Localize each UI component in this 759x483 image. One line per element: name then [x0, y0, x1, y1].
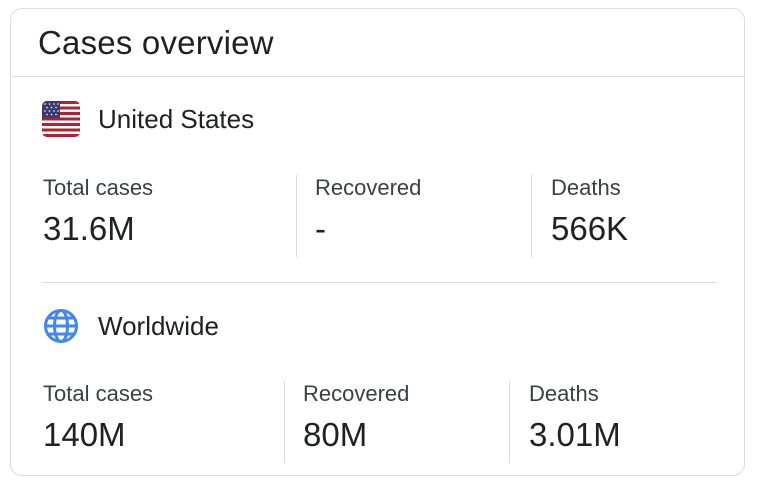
stat-value: 566K: [551, 210, 629, 247]
section-worldwide[interactable]: Worldwide Total cases 140M Recovered 80M…: [11, 284, 744, 476]
stat-label: Total cases: [43, 175, 154, 200]
stat-value: 31.6M: [43, 210, 135, 247]
cases-overview-card: Cases overview United States Total cases…: [10, 8, 745, 476]
stat-divider: [284, 381, 285, 463]
stat-value: 3.01M: [529, 416, 621, 453]
stat-label: Recovered: [315, 175, 422, 200]
section-united-states[interactable]: United States Total cases 31.6M Recovere…: [11, 77, 744, 283]
stat-divider: [509, 381, 510, 463]
stat-divider: [531, 175, 532, 257]
stats-row: Total cases 140M Recovered 80M Deaths 3.…: [11, 381, 744, 463]
stat-label: Deaths: [529, 381, 599, 406]
stat-value: -: [315, 210, 326, 247]
stat-total-cases: Total cases 140M: [43, 381, 153, 463]
section-name: Worldwide: [98, 311, 219, 341]
stat-label: Deaths: [551, 175, 621, 200]
us-flag-icon: [42, 101, 98, 137]
section-header: Worldwide: [42, 306, 219, 346]
stat-recovered: Recovered -: [315, 175, 421, 257]
stat-divider: [296, 175, 297, 257]
stat-value: 140M: [43, 416, 126, 453]
stat-label: Total cases: [43, 381, 154, 406]
stat-recovered: Recovered 80M: [303, 381, 409, 463]
section-name: United States: [98, 104, 255, 134]
stat-label: Recovered: [303, 381, 410, 406]
stat-total-cases: Total cases 31.6M: [43, 175, 153, 257]
stat-deaths: Deaths 3.01M: [529, 381, 621, 463]
stats-row: Total cases 31.6M Recovered - Deaths 566…: [11, 175, 744, 257]
stat-deaths: Deaths 566K: [551, 175, 628, 257]
section-divider: [42, 282, 717, 283]
globe-icon: [42, 307, 98, 345]
card-title: Cases overview: [38, 24, 274, 61]
stat-value: 80M: [303, 416, 368, 453]
section-header: United States: [42, 99, 254, 139]
